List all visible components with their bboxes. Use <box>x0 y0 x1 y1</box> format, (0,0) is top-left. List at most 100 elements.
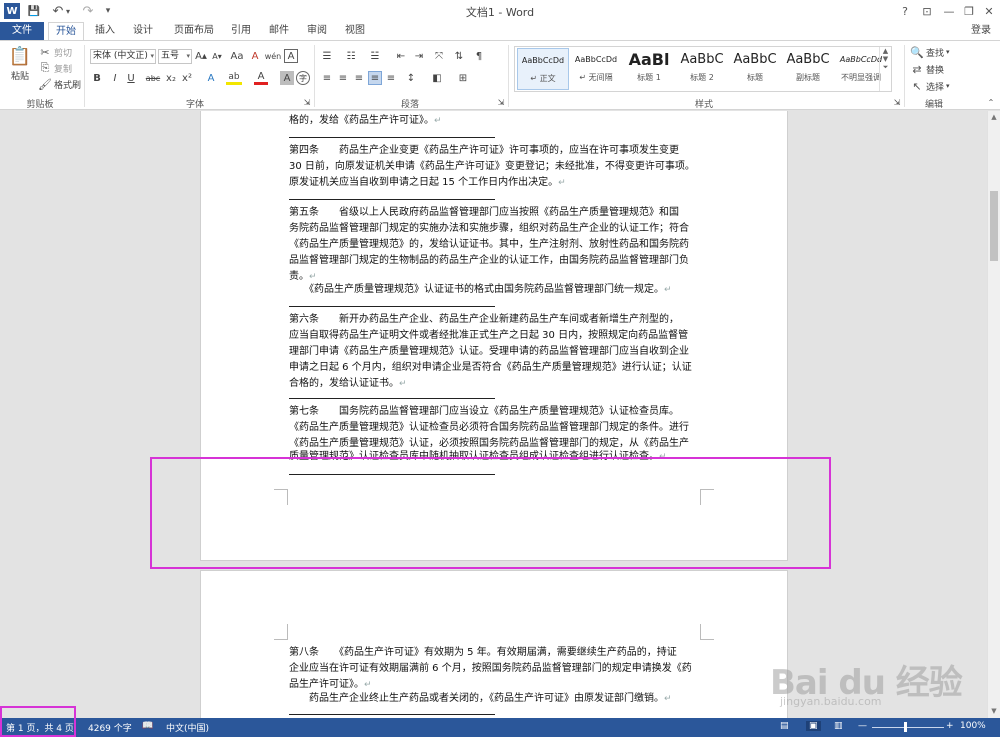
distributed-icon[interactable]: ≡ <box>384 71 398 85</box>
tab-page-layout[interactable]: 页面布局 <box>166 22 222 40</box>
underline-button[interactable]: U <box>124 71 138 85</box>
change-case-button[interactable]: Aa <box>230 49 244 63</box>
style-heading-2[interactable]: AaBbC 标题 2 <box>676 48 728 90</box>
sort-icon[interactable]: ⇅ <box>452 49 466 63</box>
highlight-color-button[interactable]: ab <box>226 71 242 85</box>
zoom-slider-thumb[interactable] <box>904 722 907 732</box>
numbering-icon[interactable]: ☷ <box>344 49 358 63</box>
proofing-icon[interactable]: 📖 <box>142 721 153 731</box>
shading-icon[interactable]: ◧ <box>430 71 444 85</box>
tab-design[interactable]: 设计 <box>126 22 160 40</box>
style-heading-1[interactable]: AaBl 标题 1 <box>623 48 675 90</box>
bullets-icon[interactable]: ☰ <box>320 49 334 63</box>
character-border-button[interactable]: A <box>284 49 298 63</box>
find-button[interactable]: 🔍 查找 ▾ <box>910 45 949 59</box>
enclose-characters-button[interactable]: 字 <box>296 71 310 85</box>
minimize-button[interactable]: — <box>938 2 960 20</box>
tab-home[interactable]: 开始 <box>48 22 84 41</box>
ribbon-display-options-button[interactable]: ⊡ <box>916 2 938 20</box>
paste-button[interactable]: 📋 粘贴 <box>6 45 34 83</box>
scrollbar-thumb[interactable] <box>990 191 998 261</box>
decrease-indent-icon[interactable]: ⇤ <box>394 49 408 63</box>
text-line: 药品生产企业终止生产药品或者关闭的，《药品生产许可证》由原发证部门缴销。↵ <box>289 689 672 704</box>
copy-button[interactable]: ⎘ 复制 <box>38 61 72 75</box>
tab-insert[interactable]: 插入 <box>88 22 122 40</box>
cut-button[interactable]: ✂ 剪切 <box>38 45 72 59</box>
document-area[interactable]: 格的，发给《药品生产许可证》。↵ 第四条 药品生产企业变更《药品生产许可证》许可… <box>0 111 987 718</box>
show-marks-icon[interactable]: ¶ <box>472 49 486 63</box>
borders-icon[interactable]: ⊞ <box>456 71 470 85</box>
zoom-out-button[interactable]: — <box>858 721 867 731</box>
phonetic-guide-button[interactable]: wén <box>264 49 282 63</box>
more-styles-icon[interactable]: ⏷ <box>880 63 891 72</box>
baidu-watermark: Bai du 经验 jingyan.baidu.com <box>770 655 985 715</box>
tab-file[interactable]: 文件 <box>0 22 44 40</box>
text-line: 理部门申请《药品生产质量管理规范》认证。受理申请的药品监督管理部门应当自收到企业 <box>289 346 689 357</box>
text-line: 格的，发给《药品生产许可证》。↵ <box>289 111 442 126</box>
close-button[interactable]: ✕ <box>978 2 1000 20</box>
justify-icon[interactable]: ≡ <box>368 71 382 85</box>
scroll-up-icon[interactable]: ▲ <box>988 111 1000 123</box>
margin-corner-mark <box>700 489 714 505</box>
scroll-up-icon[interactable]: ▲ <box>880 47 891 55</box>
style-normal[interactable]: AaBbCcDd ↵ 正文 <box>517 48 569 90</box>
text-effects-button[interactable]: A <box>204 71 218 85</box>
chinese-layout-icon[interactable]: ⤧ <box>432 49 446 63</box>
text-line: 第七条 国务院药品监督管理部门应当设立《药品生产质量管理规范》认证检查员库。 <box>289 406 679 417</box>
styles-dialog-launcher-icon[interactable]: ⇲ <box>890 95 904 109</box>
collapse-ribbon-icon[interactable]: ⌃ <box>984 95 998 109</box>
text-line: 第八条 《药品生产许可证》有效期为 5 年。有效期届满，需要继续生产药品的，持证 <box>289 647 677 658</box>
zoom-level[interactable]: 100% <box>960 721 986 731</box>
replace-button[interactable]: ⇄ 替换 <box>910 62 944 76</box>
styles-gallery-scroll[interactable]: ▲ ▼ ⏷ <box>879 47 891 91</box>
tab-review[interactable]: 审阅 <box>300 22 334 40</box>
cut-label: 剪切 <box>54 48 73 59</box>
grow-font-button[interactable]: A▴ <box>194 49 208 63</box>
format-painter-button[interactable]: 🖌 格式刷 <box>38 77 81 91</box>
sign-in-link[interactable]: 登录 <box>966 22 996 40</box>
font-color-button[interactable]: A <box>254 71 268 85</box>
subscript-button[interactable]: x₂ <box>164 71 178 85</box>
read-mode-icon[interactable]: ▤ <box>780 721 789 731</box>
print-layout-icon[interactable]: ▣ <box>806 721 821 731</box>
style-title[interactable]: AaBbC 标题 <box>729 48 781 90</box>
character-shading-button[interactable]: A <box>280 71 294 85</box>
scroll-down-icon[interactable]: ▼ <box>880 55 891 63</box>
style-no-spacing[interactable]: AaBbCcDd ↵ 无间隔 <box>570 48 622 90</box>
tab-view[interactable]: 视图 <box>338 22 372 40</box>
separator-line <box>289 306 495 307</box>
restore-button[interactable]: ❐ <box>958 2 980 20</box>
shrink-font-button[interactable]: A▾ <box>210 49 224 63</box>
font-name-combo[interactable]: 宋体 (中文正) ▾ <box>90 49 156 64</box>
status-bar: 第 1 页，共 4 页 4269 个字 📖 中文(中国) ▤ ▣ ▥ — + 1… <box>0 718 1000 737</box>
page-count-status[interactable]: 第 1 页，共 4 页 <box>6 721 74 734</box>
multilevel-list-icon[interactable]: ☱ <box>368 49 382 63</box>
copy-label: 复制 <box>54 64 73 75</box>
zoom-slider-track[interactable] <box>872 727 944 728</box>
superscript-button[interactable]: x² <box>180 71 194 85</box>
language-status[interactable]: 中文(中国) <box>166 721 209 734</box>
scroll-down-icon[interactable]: ▼ <box>988 705 1000 717</box>
help-button[interactable]: ? <box>894 2 916 20</box>
font-dialog-launcher-icon[interactable]: ⇲ <box>300 95 314 109</box>
tab-references[interactable]: 引用 <box>224 22 258 40</box>
increase-indent-icon[interactable]: ⇥ <box>412 49 426 63</box>
select-button[interactable]: ↖ 选择 ▾ <box>910 79 949 93</box>
paragraph-dialog-launcher-icon[interactable]: ⇲ <box>494 95 508 109</box>
align-left-icon[interactable]: ≡ <box>320 71 334 85</box>
zoom-in-button[interactable]: + <box>946 721 954 731</box>
font-size-combo[interactable]: 五号 ▾ <box>158 49 192 64</box>
italic-button[interactable]: I <box>108 71 122 85</box>
tab-mailings[interactable]: 邮件 <box>262 22 296 40</box>
line-text: 格的，发给《药品生产许可证》。 <box>289 115 434 126</box>
word-count-status[interactable]: 4269 个字 <box>88 721 132 734</box>
align-center-icon[interactable]: ≡ <box>336 71 350 85</box>
bold-button[interactable]: B <box>90 71 104 85</box>
strikethrough-button[interactable]: abc <box>144 71 162 85</box>
align-right-icon[interactable]: ≡ <box>352 71 366 85</box>
clear-formatting-button[interactable]: A <box>248 49 262 63</box>
web-layout-icon[interactable]: ▥ <box>834 721 843 731</box>
style-subtitle[interactable]: AaBbC 副标题 <box>782 48 834 90</box>
line-spacing-icon[interactable]: ↕ <box>404 71 418 85</box>
vertical-scrollbar[interactable]: ▲ ▼ <box>987 111 1000 718</box>
